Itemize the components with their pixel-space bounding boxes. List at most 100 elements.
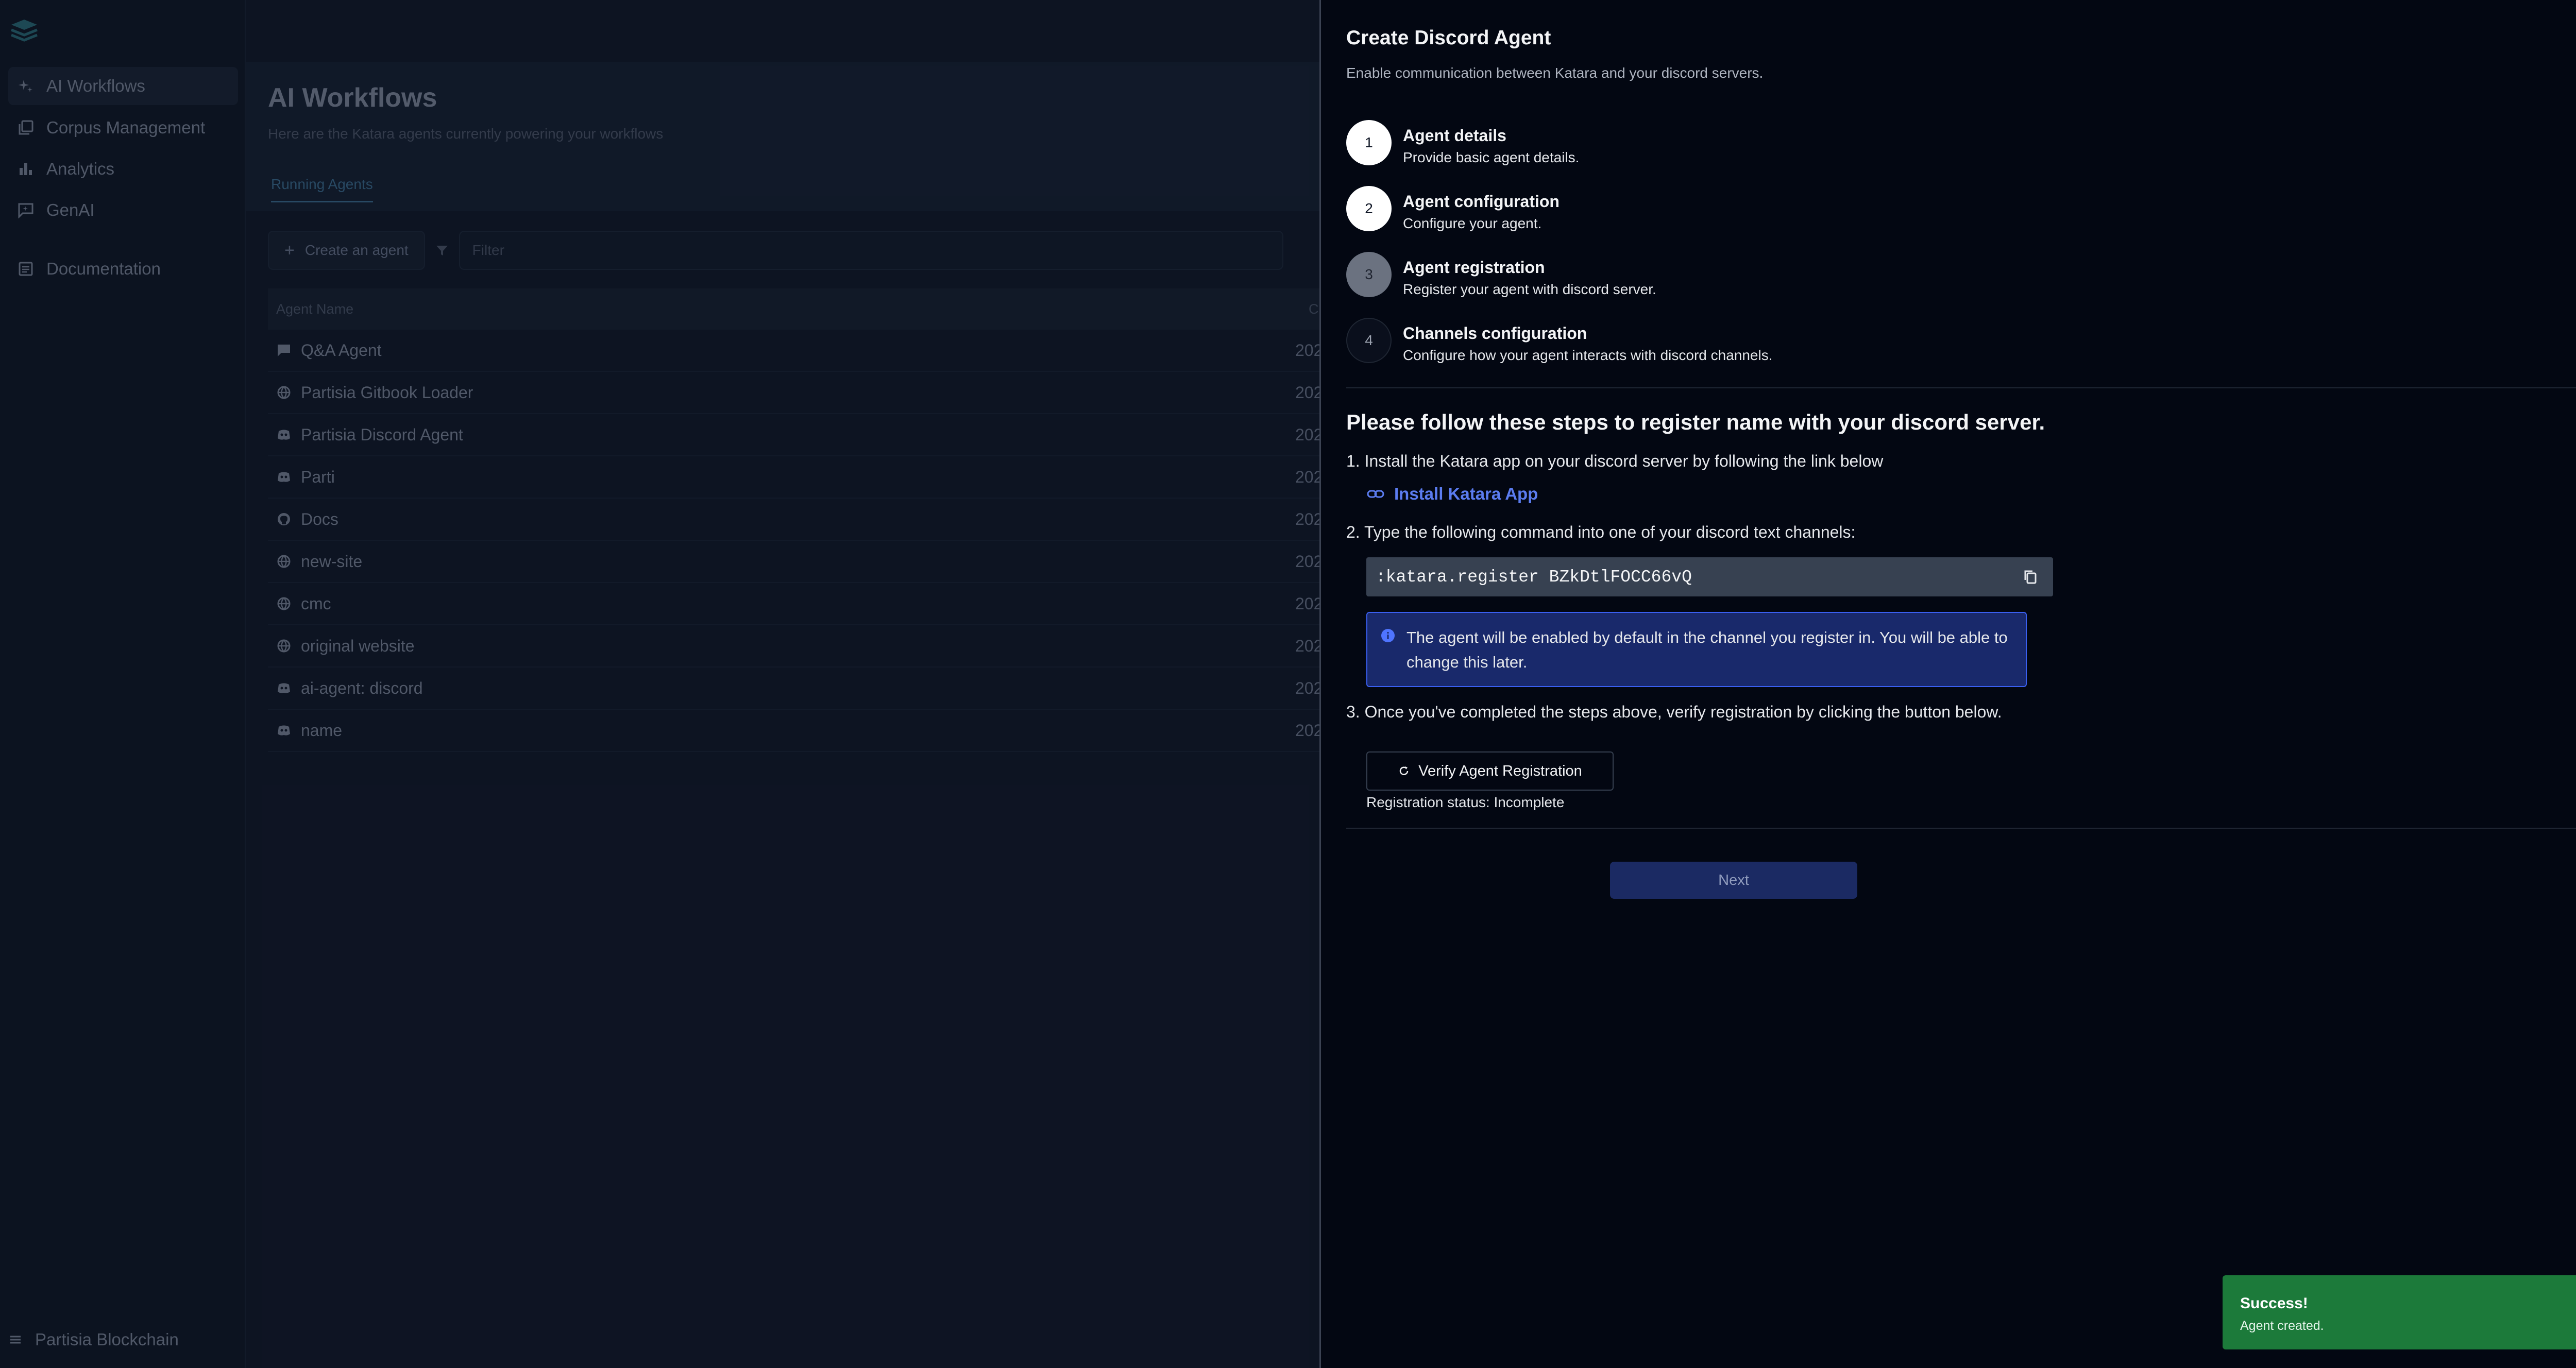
- agent-created: 202: [1295, 636, 1319, 655]
- instruction-step-3: 3. Once you've completed the steps above…: [1346, 703, 2002, 721]
- agent-created: 202: [1295, 383, 1319, 402]
- table-row[interactable]: Parti 202: [268, 456, 1319, 499]
- agent-name: original website: [301, 636, 415, 655]
- filter-icon[interactable]: [434, 243, 450, 258]
- agents-table: Agent Name Crea Q&A Agent202Partisia Git…: [268, 288, 1319, 752]
- verify-label: Verify Agent Registration: [1418, 762, 1582, 779]
- sidebar-item-documentation[interactable]: Documentation: [8, 250, 238, 288]
- table-row[interactable]: new-site 202: [268, 541, 1319, 583]
- step-description: Configure how your agent interacts with …: [1403, 347, 1773, 363]
- sidebar-item-label: Analytics: [46, 159, 115, 178]
- install-link-label: Install Katara App: [1394, 484, 1538, 503]
- library-icon: [19, 120, 33, 135]
- sidebar-item-ai-workflows[interactable]: AI Workflows: [8, 67, 238, 105]
- step-description: Register your agent with discord server.: [1403, 281, 1656, 297]
- info-text: The agent will be enabled by default in …: [1406, 628, 2008, 671]
- verify-registration-button[interactable]: Verify Agent Registration: [1366, 751, 1614, 791]
- instruction-step-2: 2. Type the following command into one o…: [1346, 523, 1856, 541]
- agent-created: 202: [1295, 340, 1319, 360]
- toast-title: Success!: [2240, 1295, 2308, 1312]
- table-row[interactable]: original website 202: [268, 625, 1319, 668]
- install-katara-app-link[interactable]: Install Katara App: [1366, 484, 1538, 504]
- copy-icon[interactable]: [2022, 569, 2039, 585]
- table-row[interactable]: Q&A Agent 202: [268, 330, 1319, 372]
- step-title: Agent configuration: [1403, 192, 1560, 211]
- sidebar-item-corpus-management[interactable]: Corpus Management: [8, 109, 238, 147]
- agent-name: Partisia Gitbook Loader: [301, 383, 473, 402]
- stepper-step-4: 4 Channels configuration Configure how y…: [1346, 318, 1773, 364]
- agent-name: name: [301, 721, 343, 740]
- drawer-subtitle: Enable communication between Katara and …: [1346, 65, 1764, 81]
- agent-name: Partisia Discord Agent: [301, 425, 463, 444]
- discord-icon: [278, 725, 290, 736]
- chat-icon: [18, 203, 33, 218]
- agent-created: 202: [1295, 721, 1319, 740]
- filter-placeholder: Filter: [472, 242, 504, 258]
- info-alert: The agent will be enabled by default in …: [1366, 612, 2027, 687]
- agent-name: Parti: [301, 467, 335, 486]
- agent-name: ai-agent: discord: [301, 678, 423, 697]
- step-description: Provide basic agent details.: [1403, 149, 1580, 165]
- agent-name: Q&A Agent: [301, 340, 382, 360]
- stepper-step-3: 3 Agent registration Register your agent…: [1346, 252, 1656, 298]
- success-toast: ✕ Success! Agent created.: [2223, 1275, 2576, 1349]
- agent-created: 202: [1295, 509, 1319, 528]
- table-row[interactable]: Partisia Discord Agent 202: [268, 414, 1319, 456]
- plus-icon: +: [284, 240, 295, 260]
- agent-name: Docs: [301, 509, 338, 528]
- sidebar-item-label: GenAI: [46, 200, 95, 219]
- document-icon: [19, 262, 33, 276]
- sidebar-item-analytics[interactable]: Analytics: [8, 150, 238, 188]
- table-row[interactable]: Partisia Gitbook Loader 202: [268, 372, 1319, 414]
- create-agent-drawer: × Create Discord Agent Enable communicat…: [1319, 0, 2576, 1368]
- bar-chart-icon: [20, 163, 32, 175]
- instructions-title: Please follow these steps to register na…: [1346, 410, 2045, 434]
- instruction-step-1: 1. Install the Katara app on your discor…: [1346, 452, 1884, 470]
- sidebar: AI Workflows Corpus Management Analytics…: [0, 0, 246, 1368]
- refresh-icon: [1399, 766, 1409, 775]
- info-icon: [1381, 629, 1395, 642]
- table-row[interactable]: ai-agent: discord 202: [268, 668, 1319, 710]
- step-title: Agent details: [1403, 126, 1506, 145]
- table-header: Agent Name Crea: [268, 288, 1319, 330]
- github-icon: [278, 513, 290, 525]
- tab-running-agents[interactable]: Running Agents: [271, 176, 373, 202]
- globe-icon: [277, 555, 291, 568]
- sidebar-item-label: Documentation: [46, 259, 161, 278]
- next-button[interactable]: Next: [1610, 862, 1857, 899]
- column-header-created[interactable]: Crea: [1309, 301, 1319, 317]
- step-description: Configure your agent.: [1403, 215, 1542, 231]
- create-agent-button[interactable]: + Create an agent: [268, 231, 425, 270]
- column-header-agent-name[interactable]: Agent Name: [268, 301, 1309, 317]
- table-toolbar: + Create an agent Filter: [268, 230, 1319, 271]
- main-content: AI Workflows Here are the Katara agents …: [246, 0, 1319, 1368]
- register-command-box[interactable]: :katara.register BZkDtlFOCC66vQ: [1366, 557, 2053, 596]
- drawer-title: Create Discord Agent: [1346, 27, 1551, 49]
- katara-logo-icon[interactable]: [8, 18, 40, 42]
- link-icon: [1367, 490, 1384, 498]
- menu-icon: [10, 1336, 21, 1344]
- table-row[interactable]: Docs 202: [268, 499, 1319, 541]
- agent-created: 202: [1295, 594, 1319, 613]
- stepper-step-1: 1 Agent details Provide basic agent deta…: [1346, 120, 1579, 166]
- step-number: 1: [1346, 120, 1392, 165]
- globe-icon: [277, 597, 291, 610]
- register-command: :katara.register BZkDtlFOCC66vQ: [1376, 567, 1692, 587]
- workspace-switcher[interactable]: Partisia Blockchain: [8, 1330, 179, 1349]
- toast-message: Agent created.: [2240, 1319, 2324, 1333]
- discord-icon: [278, 430, 290, 440]
- agent-created: 202: [1295, 425, 1319, 444]
- agent-created: 202: [1295, 552, 1319, 571]
- sidebar-item-genai[interactable]: GenAI: [8, 191, 238, 229]
- table-row[interactable]: name 202: [268, 710, 1319, 752]
- chat-icon: [278, 345, 290, 356]
- page-title: AI Workflows: [268, 83, 437, 113]
- discord-icon: [278, 472, 290, 482]
- create-agent-label: Create an agent: [304, 242, 409, 258]
- filter-input[interactable]: Filter: [459, 231, 1283, 270]
- step-number: 2: [1346, 186, 1392, 231]
- table-row[interactable]: cmc 202: [268, 583, 1319, 625]
- sidebar-item-label: Corpus Management: [46, 118, 206, 137]
- agent-created: 202: [1295, 467, 1319, 486]
- page-subtitle: Here are the Katara agents currently pow…: [268, 126, 664, 142]
